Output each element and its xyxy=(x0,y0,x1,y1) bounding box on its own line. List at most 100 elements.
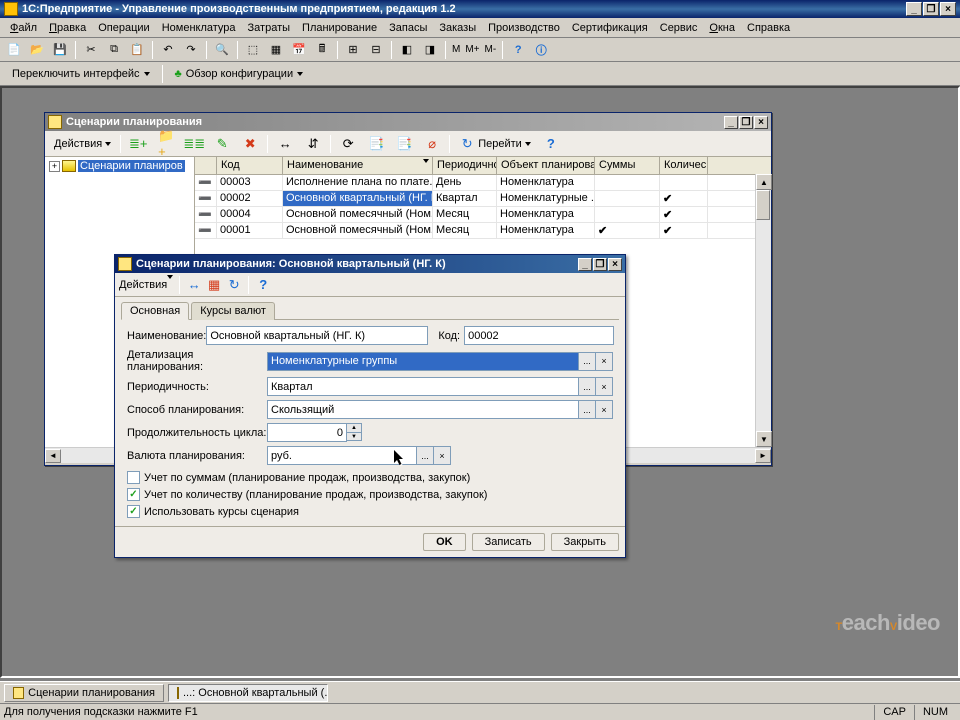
tool-2-icon[interactable]: ▦ xyxy=(266,40,286,60)
scroll-left-icon[interactable]: ◄ xyxy=(45,449,61,463)
filter-icon[interactable]: 📑 xyxy=(363,133,389,155)
dialog-actions-dropdown[interactable]: Действия xyxy=(119,279,173,291)
list-window-titlebar[interactable]: Сценарии планирования _ ❐ × xyxy=(45,113,771,131)
tool-4-icon[interactable]: ⊟ xyxy=(366,40,386,60)
copy-item-icon[interactable]: ≣≣ xyxy=(181,133,207,155)
list-maximize-button[interactable]: ❐ xyxy=(739,116,753,129)
cycle-spin-down[interactable]: ▼ xyxy=(347,432,362,441)
zoom-m1[interactable]: M+ xyxy=(464,40,480,60)
table-row[interactable]: ➖00003Исполнение плана по плате..ДеньНом… xyxy=(195,175,771,191)
add-icon[interactable]: ≣+ xyxy=(125,133,151,155)
dialog-close-button[interactable]: × xyxy=(608,258,622,271)
menu-certification[interactable]: Сертификация xyxy=(566,20,654,36)
col-object[interactable]: Объект планирова.. xyxy=(497,157,595,174)
menu-costs[interactable]: Затраты xyxy=(242,20,297,36)
dialog-help-icon[interactable]: ? xyxy=(255,277,271,293)
ok-button[interactable]: OK xyxy=(423,533,466,551)
col-qty[interactable]: Количес.. xyxy=(660,157,708,174)
add-folder-icon[interactable]: 📁+ xyxy=(153,133,179,155)
close-button[interactable]: × xyxy=(940,2,956,16)
write-button[interactable]: Записать xyxy=(472,533,545,551)
col-icon[interactable] xyxy=(195,157,217,174)
edit-icon[interactable]: ✎ xyxy=(209,133,235,155)
detail-select-button[interactable]: ... xyxy=(579,352,596,371)
period-select-button[interactable]: ... xyxy=(579,377,596,396)
currency-clear-button[interactable]: × xyxy=(434,446,451,465)
scroll-down-icon[interactable]: ▼ xyxy=(756,431,772,447)
table-row[interactable]: ➖00002Основной квартальный (НГ. К)Кварта… xyxy=(195,191,771,207)
dialog-minimize-button[interactable]: _ xyxy=(578,258,592,271)
by-sum-checkbox[interactable] xyxy=(127,471,140,484)
find-icon[interactable]: 🔍 xyxy=(212,40,232,60)
filter2-icon[interactable]: 📑 xyxy=(391,133,417,155)
zoom-label[interactable]: M xyxy=(451,40,461,60)
task-item-2[interactable]: ...: Основной квартальный (... xyxy=(168,684,328,702)
col-period[interactable]: Периодично.. xyxy=(433,157,497,174)
table-row[interactable]: ➖00001Основной помесячный (Ном..МесяцНом… xyxy=(195,223,771,239)
code-input[interactable] xyxy=(464,326,614,345)
list-minimize-button[interactable]: _ xyxy=(724,116,738,129)
method-clear-button[interactable]: × xyxy=(596,400,613,419)
menu-planning[interactable]: Планирование xyxy=(296,20,383,36)
menu-file[interactable]: Файл xyxy=(4,20,43,36)
tree-root-item[interactable]: + Сценарии планиров xyxy=(47,159,192,173)
calc-icon[interactable]: 🖩 xyxy=(312,40,332,60)
list-close-button[interactable]: × xyxy=(754,116,768,129)
redo-icon[interactable]: ↷ xyxy=(181,40,201,60)
tab-main[interactable]: Основная xyxy=(121,302,189,320)
col-code[interactable]: Код xyxy=(217,157,283,174)
goto-dropdown[interactable]: ↻Перейти xyxy=(454,133,536,155)
menu-service[interactable]: Сервис xyxy=(654,20,704,36)
tab-rates[interactable]: Курсы валют xyxy=(191,302,275,320)
copy-icon[interactable]: ⧉ xyxy=(104,40,124,60)
use-rates-checkbox[interactable]: ✓ xyxy=(127,505,140,518)
dialog-struct-icon[interactable]: ▦ xyxy=(206,277,222,293)
detail-input[interactable] xyxy=(267,352,579,371)
col-name[interactable]: Наименование xyxy=(283,157,433,174)
by-qty-checkbox[interactable]: ✓ xyxy=(127,488,140,501)
dialog-nav-icon[interactable]: ↔ xyxy=(186,277,202,293)
hierarchy-icon[interactable]: ⇵ xyxy=(300,133,326,155)
undo-icon[interactable]: ↶ xyxy=(158,40,178,60)
clear-filter-icon[interactable]: ⌀ xyxy=(419,133,445,155)
menu-production[interactable]: Производство xyxy=(482,20,566,36)
tool-5-icon[interactable]: ◧ xyxy=(397,40,417,60)
delete-icon[interactable]: ✖ xyxy=(237,133,263,155)
col-sum[interactable]: Суммы xyxy=(595,157,660,174)
dialog-goto-icon[interactable]: ↻ xyxy=(226,277,242,293)
about-icon[interactable]: ⓘ xyxy=(531,40,551,60)
switch-interface-dropdown[interactable]: Переключить интерфейс xyxy=(6,64,156,84)
menu-stocks[interactable]: Запасы xyxy=(383,20,433,36)
tool-3-icon[interactable]: ⊞ xyxy=(343,40,363,60)
list-help-icon[interactable]: ? xyxy=(538,133,564,155)
period-clear-button[interactable]: × xyxy=(596,377,613,396)
move-icon[interactable]: ↔ xyxy=(272,133,298,155)
restore-button[interactable]: ❐ xyxy=(923,2,939,16)
scroll-up-icon[interactable]: ▲ xyxy=(756,174,772,190)
open-icon[interactable]: 📂 xyxy=(27,40,47,60)
scroll-right-icon[interactable]: ► xyxy=(755,449,771,463)
method-input[interactable] xyxy=(267,400,579,419)
cut-icon[interactable]: ✂ xyxy=(81,40,101,60)
close-dialog-button[interactable]: Закрыть xyxy=(551,533,619,551)
menu-orders[interactable]: Заказы xyxy=(433,20,482,36)
detail-clear-button[interactable]: × xyxy=(596,352,613,371)
cycle-spin-up[interactable]: ▲ xyxy=(347,423,362,432)
expand-icon[interactable]: + xyxy=(49,161,60,172)
menu-help[interactable]: Справка xyxy=(741,20,796,36)
name-input[interactable] xyxy=(206,326,428,345)
method-select-button[interactable]: ... xyxy=(579,400,596,419)
menu-operations[interactable]: Операции xyxy=(92,20,155,36)
help-icon[interactable]: ? xyxy=(508,40,528,60)
period-input[interactable] xyxy=(267,377,579,396)
scrollbar-vertical[interactable]: ▲ ▼ xyxy=(755,174,771,447)
menu-windows[interactable]: Окна xyxy=(703,20,741,36)
config-overview-dropdown[interactable]: ♣ Обзор конфигурации xyxy=(169,64,310,84)
paste-icon[interactable]: 📋 xyxy=(127,40,147,60)
minimize-button[interactable]: _ xyxy=(906,2,922,16)
task-item-1[interactable]: Сценарии планирования xyxy=(4,684,164,702)
new-icon[interactable]: 📄 xyxy=(4,40,24,60)
save-icon[interactable]: 💾 xyxy=(50,40,70,60)
currency-select-button[interactable]: ... xyxy=(417,446,434,465)
cycle-input[interactable] xyxy=(267,423,347,442)
